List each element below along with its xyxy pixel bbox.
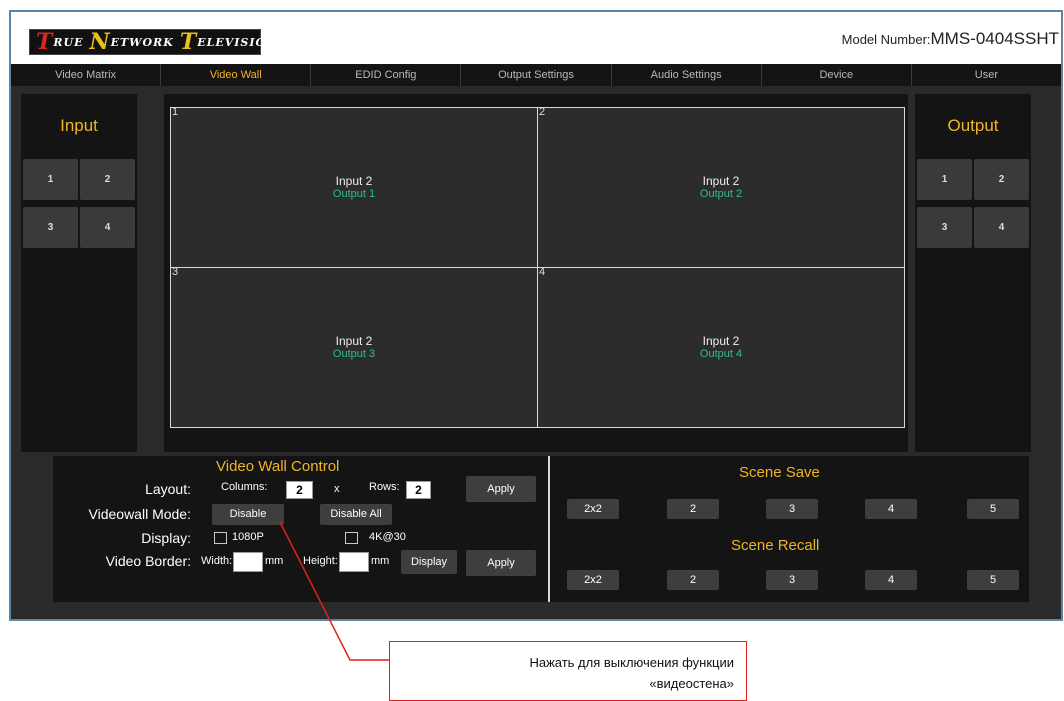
callout-line-1: Нажать для выключения функции: [529, 655, 734, 670]
callout-line: [279, 521, 389, 661]
callout-line-2: «видеостена»: [649, 676, 734, 691]
callout-box: Нажать для выключения функции «видеостен…: [389, 641, 747, 701]
